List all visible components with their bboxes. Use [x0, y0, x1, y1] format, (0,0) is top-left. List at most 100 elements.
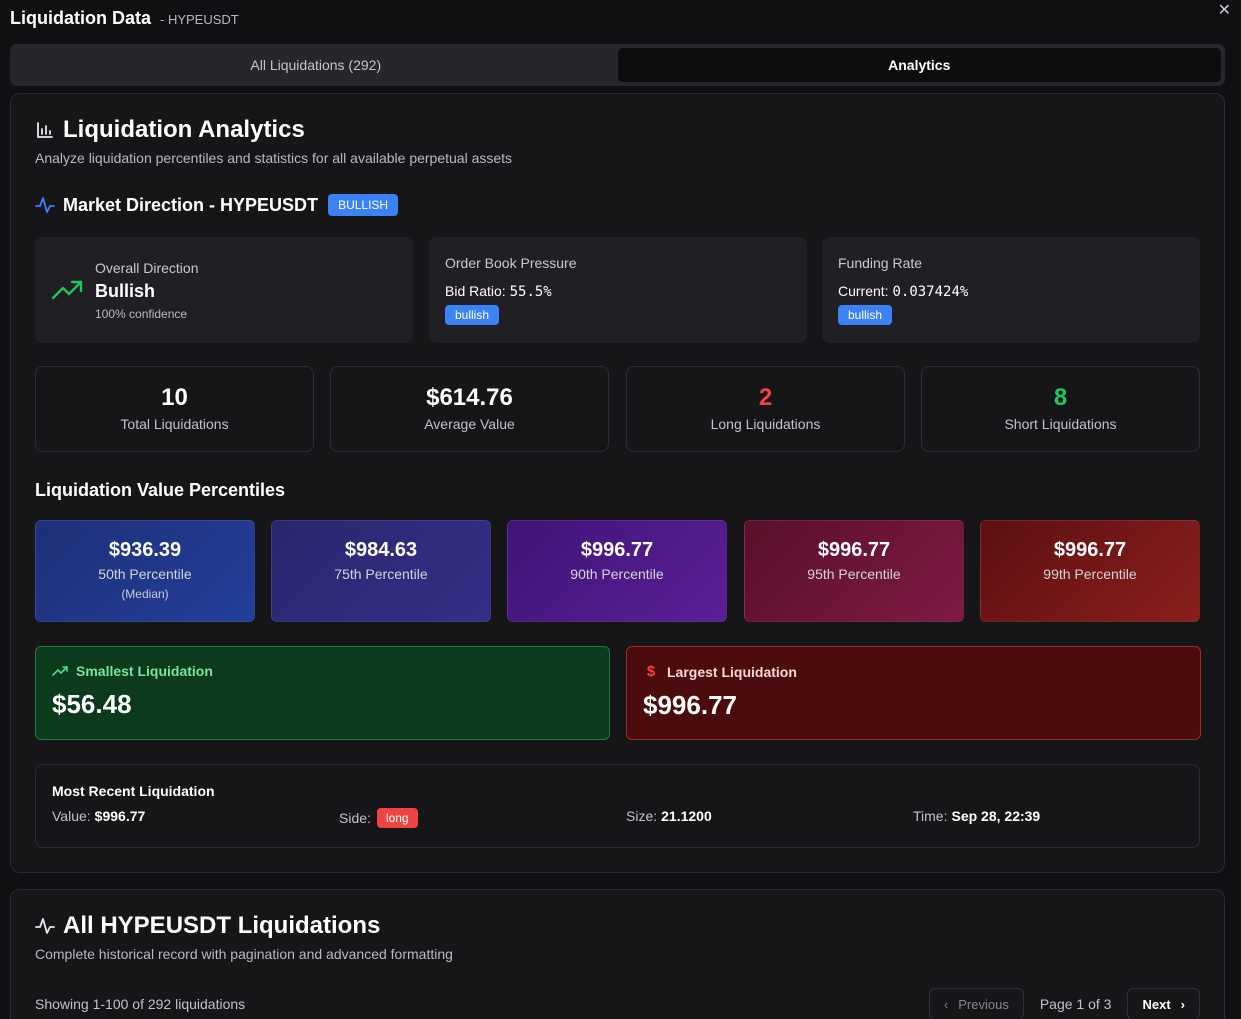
recent-side-label: Side: [339, 810, 371, 826]
stat-card-average: $614.76 Average Value [330, 366, 609, 452]
percentile-sub: (Median) [121, 587, 169, 601]
stat-card-long: 2 Long Liquidations [626, 366, 905, 452]
percentile-card-95: $996.77 95th Percentile [744, 520, 964, 622]
recent-value: Value: $996.77 [52, 808, 145, 824]
funding-current-label: Current: [838, 283, 889, 299]
funding-rate-label: Funding Rate [838, 255, 923, 271]
recent-size: Size: 21.1200 [626, 808, 712, 824]
percentiles-title: Liquidation Value Percentiles [35, 480, 286, 500]
percentile-label: 99th Percentile [1043, 566, 1137, 582]
close-icon[interactable]: ✕ [1218, 0, 1231, 20]
percentile-value: $996.77 [1053, 539, 1127, 561]
next-button[interactable]: Next › [1127, 988, 1200, 1019]
percentile-value: $996.77 [817, 539, 891, 561]
percentile-card-90: $996.77 90th Percentile [507, 520, 727, 622]
stat-card-total: 10 Total Liquidations [35, 366, 314, 452]
largest-value: $996.77 [643, 690, 737, 720]
percentile-label: 90th Percentile [570, 566, 664, 582]
percentile-card-50: $936.39 50th Percentile (Median) [35, 520, 255, 622]
stat-value: $614.76 [426, 384, 513, 411]
percentile-card-75: $984.63 75th Percentile [271, 520, 491, 622]
funding-rate-card: Funding Rate Current: 0.037424% bullish [822, 237, 1200, 343]
stat-label: Average Value [424, 416, 515, 432]
smallest-label-row: Smallest Liquidation [52, 663, 593, 679]
percentile-label: 50th Percentile [98, 566, 192, 582]
stat-label: Total Liquidations [120, 416, 229, 432]
all-liquidations-title: All HYPEUSDT Liquidations [63, 912, 381, 939]
dialog-symbol: - HYPEUSDT [160, 12, 239, 27]
analytics-title-row: Liquidation Analytics [35, 116, 305, 144]
analytics-panel: Liquidation Analytics Analyze liquidatio… [10, 93, 1225, 873]
tab-bar: All Liquidations (292) Analytics [10, 44, 1225, 86]
all-liquidations-panel: All HYPEUSDT Liquidations Complete histo… [10, 889, 1225, 1019]
bar-chart-icon [37, 122, 53, 138]
smallest-liquidation-card: Smallest Liquidation $56.48 [35, 646, 610, 740]
percentile-value: $996.77 [580, 539, 654, 561]
funding-current-value: 0.037424% [892, 284, 969, 300]
trending-up-icon [52, 666, 68, 676]
stat-value: 10 [161, 384, 188, 411]
recent-time: Time: Sep 28, 22:39 [913, 808, 1040, 824]
pagination: ‹ Previous Page 1 of 3 Next › [928, 988, 1200, 1019]
recent-size-label: Size: [626, 808, 658, 824]
all-liquidations-description: Complete historical record with paginati… [35, 946, 453, 962]
bid-ratio-row: Bid Ratio: 55.5% [445, 283, 552, 300]
stat-label: Long Liquidations [710, 416, 821, 432]
stat-value: 8 [1053, 384, 1068, 411]
most-recent-title: Most Recent Liquidation [52, 783, 215, 799]
recent-side: Side: long [339, 808, 418, 828]
stat-card-short: 8 Short Liquidations [921, 366, 1200, 452]
dollar-icon: $ [646, 663, 656, 680]
dialog-title: Liquidation Data [10, 8, 151, 28]
previous-button[interactable]: ‹ Previous [928, 988, 1024, 1019]
stat-value: 2 [758, 384, 773, 411]
most-recent-card: Most Recent Liquidation Value: $996.77 S… [35, 764, 1200, 848]
largest-liquidation-card: $ Largest Liquidation $996.77 [626, 646, 1201, 740]
showing-count: Showing 1-100 of 292 liquidations [35, 996, 246, 1012]
tab-analytics[interactable]: Analytics [617, 48, 1221, 82]
recent-side-badge: long [376, 808, 418, 828]
activity-icon [35, 197, 55, 213]
recent-time-label: Time: [913, 808, 948, 824]
percentile-value: $984.63 [344, 539, 418, 561]
previous-label: Previous [958, 996, 1009, 1012]
analytics-description: Analyze liquidation percentiles and stat… [35, 150, 513, 166]
percentile-value: $936.39 [108, 539, 182, 561]
direction-badge: BULLISH [328, 194, 399, 216]
bid-ratio-label: Bid Ratio: [445, 283, 506, 299]
recent-value-label: Value: [52, 808, 91, 824]
overall-direction-value: Bullish [95, 281, 156, 301]
all-liquidations-title-row: All HYPEUSDT Liquidations [35, 912, 380, 940]
trending-up-icon [51, 280, 83, 300]
next-label: Next [1142, 996, 1171, 1012]
funding-signal: bullish [838, 305, 893, 325]
funding-current-row: Current: 0.037424% [838, 283, 968, 300]
overall-direction-confidence: 100% confidence [95, 307, 188, 321]
recent-value-text: $996.77 [94, 808, 146, 824]
percentile-label: 75th Percentile [334, 566, 428, 582]
percentile-label: 95th Percentile [807, 566, 901, 582]
order-book-signal: bullish [445, 305, 500, 325]
largest-label-row: $ Largest Liquidation [643, 663, 1184, 680]
smallest-value: $56.48 [52, 689, 132, 719]
overall-direction-label: Overall Direction [95, 260, 199, 276]
most-recent-row: Value: $996.77 Side: long Size: 21.1200 … [52, 808, 1183, 832]
recent-size-text: 21.1200 [661, 808, 712, 824]
stat-label: Short Liquidations [1004, 416, 1117, 432]
order-book-card: Order Book Pressure Bid Ratio: 55.5% bul… [429, 237, 807, 343]
overall-direction-card: Overall Direction Bullish 100% confidenc… [35, 237, 413, 343]
bid-ratio-value: 55.5% [509, 284, 552, 300]
order-book-label: Order Book Pressure [445, 255, 577, 271]
largest-label: Largest Liquidation [667, 663, 797, 680]
chevron-left-icon: ‹ [943, 996, 949, 1012]
activity-icon [35, 918, 55, 934]
smallest-label: Smallest Liquidation [76, 663, 213, 679]
page-info: Page 1 of 3 [1039, 996, 1112, 1012]
recent-time-text: Sep 28, 22:39 [951, 808, 1041, 824]
percentile-card-99: $996.77 99th Percentile [980, 520, 1200, 622]
analytics-title: Liquidation Analytics [63, 116, 305, 143]
tab-all-liquidations[interactable]: All Liquidations (292) [14, 48, 618, 82]
chevron-right-icon: › [1180, 996, 1185, 1012]
market-direction-title: Market Direction - HYPEUSDT [63, 194, 319, 215]
dialog-header: Liquidation Data - HYPEUSDT [10, 8, 239, 29]
